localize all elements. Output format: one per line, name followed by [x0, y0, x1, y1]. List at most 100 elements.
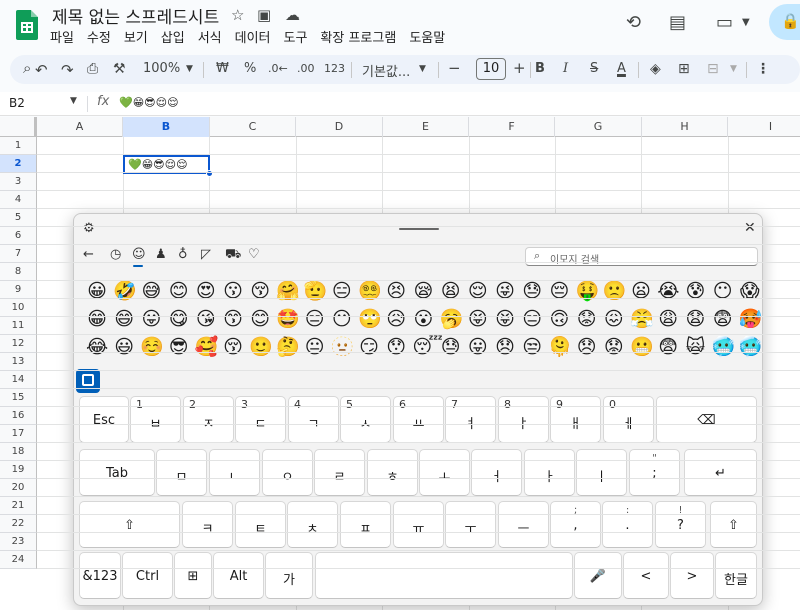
row-header[interactable]: 20: [0, 479, 37, 497]
chevron-down-icon[interactable]: ▼: [742, 17, 750, 28]
lightbulb-icon[interactable]: ♁: [178, 247, 188, 262]
emoji-item[interactable]: 😙: [222, 308, 244, 330]
emoji-item[interactable]: 🫠: [548, 336, 572, 358]
star-icon[interactable]: ☆: [231, 6, 244, 24]
emoji-item[interactable]: 😧: [684, 308, 706, 330]
emoji-item[interactable]: 😑: [521, 308, 543, 330]
emoji-item[interactable]: 😞: [576, 336, 598, 358]
emoji-item[interactable]: 😝: [467, 308, 489, 330]
column-header[interactable]: E: [383, 117, 469, 137]
hangul-key[interactable]: 한글: [715, 552, 757, 599]
paint-format-icon[interactable]: ⚒: [113, 61, 126, 77]
meet-video-icon[interactable]: ▭: [716, 12, 733, 33]
keyboard-key[interactable]: ㅎ: [367, 449, 418, 496]
close-icon[interactable]: ✕: [744, 220, 756, 236]
language-key[interactable]: 가: [265, 552, 313, 599]
keyboard-key[interactable]: ㅜ: [445, 501, 496, 548]
row-header[interactable]: 3: [0, 173, 37, 191]
share-button[interactable]: 🔒: [769, 4, 800, 40]
keyboard-key[interactable]: ㅏ: [524, 449, 575, 496]
menu-tools[interactable]: 도구: [284, 27, 314, 46]
space-key[interactable]: [315, 552, 573, 599]
column-header[interactable]: D: [296, 117, 383, 137]
row-header[interactable]: 17: [0, 425, 37, 443]
clock-icon[interactable]: ◷: [110, 247, 121, 262]
row-header[interactable]: 23: [0, 533, 37, 551]
menu-help[interactable]: 도움말: [409, 27, 451, 46]
emoji-item[interactable]: 😮: [412, 308, 434, 330]
emoji-item[interactable]: 😛: [140, 308, 162, 330]
emoji-item[interactable]: 😨: [712, 308, 734, 330]
emoji-item[interactable]: 😁: [86, 308, 108, 330]
row-header[interactable]: 11: [0, 317, 37, 335]
menu-extensions[interactable]: 확장 프로그램: [320, 27, 402, 46]
microphone-key[interactable]: 🎤: [574, 552, 622, 599]
back-arrow-icon[interactable]: ←: [83, 247, 94, 262]
keyboard-key[interactable]: ,;: [550, 501, 601, 548]
cloud-status-icon[interactable]: ☁: [285, 6, 300, 24]
column-header[interactable]: F: [469, 117, 555, 137]
windows-key[interactable]: ⊞: [174, 552, 212, 599]
font-size-increase-button[interactable]: +: [513, 59, 526, 77]
borders-icon[interactable]: ⊞: [678, 61, 690, 77]
emoji-item[interactable]: 😝: [494, 308, 516, 330]
heart-icon[interactable]: ♡: [248, 247, 260, 262]
row-header[interactable]: 19: [0, 461, 37, 479]
row-header[interactable]: 6: [0, 227, 37, 245]
keyboard-mode-icon[interactable]: [76, 369, 100, 393]
emoji-item[interactable]: 😟: [603, 336, 625, 358]
emoji-item[interactable]: 😖: [603, 308, 625, 330]
menu-edit[interactable]: 수정: [87, 27, 117, 46]
menu-insert[interactable]: 삽입: [161, 27, 191, 46]
keyboard-key[interactable]: ㅇ: [262, 449, 313, 496]
emoji-item[interactable]: 😄: [113, 308, 135, 330]
emoji-item[interactable]: 🥰: [195, 336, 219, 358]
zoom-select[interactable]: 100%: [143, 61, 180, 76]
emoji-item[interactable]: 😋: [168, 308, 190, 330]
name-box[interactable]: B2: [9, 96, 25, 110]
keyboard-key[interactable]: ㅌ: [235, 501, 286, 548]
zoom-chevron-icon[interactable]: ▼: [186, 64, 193, 74]
row-header[interactable]: 16: [0, 407, 37, 425]
keyboard-key[interactable]: ㅓ: [471, 449, 522, 496]
font-select[interactable]: 기본값...: [362, 61, 410, 80]
number-format-button[interactable]: 123: [324, 62, 345, 75]
enter-key[interactable]: ↵: [684, 449, 757, 496]
row-header[interactable]: 10: [0, 299, 37, 317]
emoji-item[interactable]: 😞: [494, 336, 516, 358]
keyboard-key[interactable]: ㅣ: [576, 449, 627, 496]
emoji-item[interactable]: 🥱: [440, 308, 464, 330]
emoji-item[interactable]: 😶: [331, 308, 353, 330]
emoji-item[interactable]: 😐: [304, 336, 326, 358]
row-header[interactable]: 21: [0, 497, 37, 515]
increase-decimal-button[interactable]: .00: [297, 62, 315, 75]
row-header[interactable]: 9: [0, 281, 37, 299]
row-header[interactable]: 12: [0, 335, 37, 353]
row-header[interactable]: 7: [0, 245, 37, 263]
keyboard-key[interactable]: ㅠ: [393, 501, 444, 548]
row-header[interactable]: 14: [0, 371, 37, 389]
emoji-item[interactable]: 🥶: [712, 336, 736, 358]
row-header[interactable]: 1: [0, 137, 37, 155]
emoji-item[interactable]: 😟: [576, 308, 598, 330]
document-title[interactable]: 제목 없는 스프레드시트: [52, 3, 219, 28]
emoji-item[interactable]: 😃: [113, 336, 135, 358]
symbols-key[interactable]: &123: [79, 552, 121, 599]
row-header[interactable]: 22: [0, 515, 37, 533]
column-header[interactable]: A: [37, 117, 123, 137]
print-icon[interactable]: ⎙: [87, 61, 98, 77]
tab-key[interactable]: Tab: [79, 449, 155, 496]
emoji-item[interactable]: 😓: [440, 336, 462, 358]
smiley-icon[interactable]: ☺: [132, 247, 146, 262]
keyboard-key[interactable]: .:: [602, 501, 653, 548]
emoji-item[interactable]: 🙃: [548, 308, 570, 330]
row-header[interactable]: 4: [0, 191, 37, 209]
keyboard-key[interactable]: ㅂ1: [130, 396, 181, 443]
emoji-item[interactable]: 😬: [630, 336, 654, 358]
emoji-item[interactable]: 😤: [630, 308, 654, 330]
font-size-decrease-button[interactable]: −: [448, 59, 461, 77]
emoji-search-input[interactable]: ⌕ 이모지 검색: [525, 247, 758, 266]
drag-handle[interactable]: [399, 228, 439, 230]
keyboard-key[interactable]: ㅑ8: [498, 396, 549, 443]
row-header[interactable]: 13: [0, 353, 37, 371]
